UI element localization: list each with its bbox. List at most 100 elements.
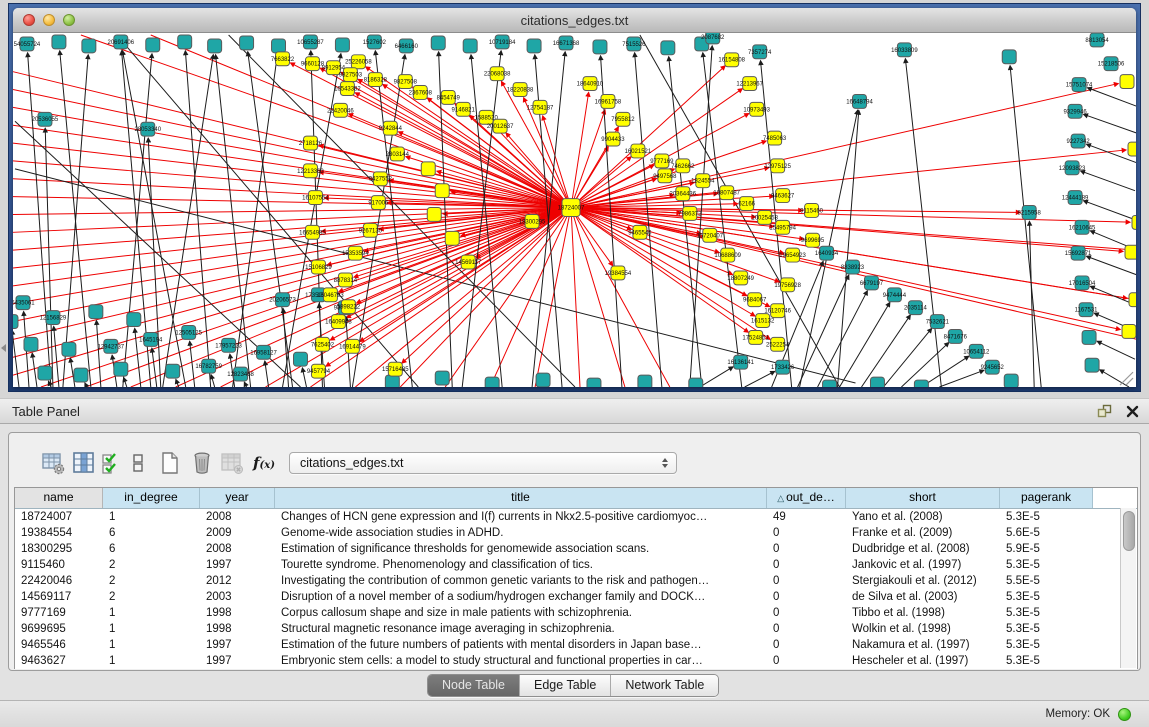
network-table-select[interactable]: citations_edges.txt: [289, 452, 677, 474]
cell-pagerank[interactable]: 5.3E-5: [1000, 509, 1093, 525]
graph-node[interactable]: [240, 36, 254, 50]
column-header-out_de[interactable]: △out_de…: [767, 488, 846, 508]
cell-year[interactable]: 2008: [200, 541, 275, 557]
float-panel-icon[interactable]: [1093, 402, 1115, 420]
cell-out_de[interactable]: 0: [767, 589, 846, 605]
graph-node[interactable]: [294, 352, 308, 366]
cell-short[interactable]: Stergiakouli et al. (2012): [846, 573, 1000, 589]
memory-ok-indicator-icon[interactable]: [1118, 708, 1131, 721]
cell-in_degree[interactable]: 1: [103, 605, 200, 621]
table-row[interactable]: 977716911998Corpus callosum shape and si…: [15, 605, 1137, 621]
table-row[interactable]: 911546021997Tourette syndrome. Phenomeno…: [15, 557, 1137, 573]
cell-short[interactable]: Hescheler et al. (1997): [846, 653, 1000, 669]
cell-year[interactable]: 1997: [200, 637, 275, 653]
cell-title[interactable]: Estimation of significance thresholds fo…: [275, 541, 767, 557]
column-header-title[interactable]: title: [275, 488, 767, 508]
modify-table-button[interactable]: [40, 449, 66, 477]
render-column-button[interactable]: [71, 449, 97, 477]
cell-year[interactable]: 2012: [200, 573, 275, 589]
graph-node[interactable]: [74, 368, 88, 382]
cell-short[interactable]: Wolkin et al. (1998): [846, 621, 1000, 637]
cell-year[interactable]: 1997: [200, 653, 275, 669]
graph-node[interactable]: [146, 38, 160, 52]
cell-title[interactable]: Disruption of a novel member of a sodium…: [275, 589, 767, 605]
graph-node[interactable]: [435, 371, 449, 385]
network-canvas[interactable]: 5405572420691406106552871527602646616010…: [13, 33, 1136, 387]
create-table-button[interactable]: [157, 449, 183, 477]
cell-short[interactable]: de Silva et al. (2003): [846, 589, 1000, 605]
close-panel-icon[interactable]: [1121, 402, 1143, 420]
graph-node[interactable]: [1085, 358, 1099, 372]
graph-node[interactable]: [587, 378, 601, 387]
column-header-pagerank[interactable]: pagerank: [1000, 488, 1093, 508]
cell-year[interactable]: 1998: [200, 605, 275, 621]
cell-name[interactable]: 18300295: [15, 541, 103, 557]
cell-in_degree[interactable]: 1: [103, 621, 200, 637]
cell-out_de[interactable]: 0: [767, 653, 846, 669]
graph-node[interactable]: [536, 373, 550, 387]
graph-node[interactable]: [870, 377, 884, 387]
vertical-scrollbar[interactable]: [1120, 508, 1136, 668]
cell-in_degree[interactable]: 1: [103, 653, 200, 669]
graph-node[interactable]: [272, 39, 286, 53]
table-row[interactable]: 946554611997Estimation of the future num…: [15, 637, 1137, 653]
cell-pagerank[interactable]: 5.3E-5: [1000, 605, 1093, 621]
cell-pagerank[interactable]: 5.5E-5: [1000, 573, 1093, 589]
graph-node[interactable]: [114, 362, 128, 376]
cell-pagerank[interactable]: 5.3E-5: [1000, 653, 1093, 669]
graph-node[interactable]: 62166: [738, 197, 755, 211]
cell-in_degree[interactable]: 6: [103, 525, 200, 541]
graph-node[interactable]: [385, 375, 399, 387]
table-row[interactable]: 1830029562008Estimation of significance …: [15, 541, 1137, 557]
cell-out_de[interactable]: 49: [767, 509, 846, 525]
graph-node[interactable]: [208, 39, 222, 53]
cell-title[interactable]: Corpus callosum shape and size in male p…: [275, 605, 767, 621]
graph-node[interactable]: [166, 364, 180, 378]
destroy-table-button[interactable]: [189, 449, 215, 477]
graph-node[interactable]: [1132, 215, 1136, 229]
function-builder-button[interactable]: f(x): [251, 449, 277, 477]
cell-year[interactable]: 2008: [200, 509, 275, 525]
graph-node[interactable]: [638, 375, 652, 387]
graph-node[interactable]: [823, 380, 837, 387]
graph-node[interactable]: [38, 366, 52, 380]
graph-node[interactable]: [1129, 293, 1136, 307]
cell-name[interactable]: 22420046: [15, 573, 103, 589]
column-header-in_degree[interactable]: in_degree: [103, 488, 200, 508]
graph-node[interactable]: [1004, 374, 1018, 387]
column-header-year[interactable]: year: [200, 488, 275, 508]
cell-in_degree[interactable]: 2: [103, 573, 200, 589]
graph-node[interactable]: [62, 342, 76, 356]
cell-pagerank[interactable]: 5.3E-5: [1000, 637, 1093, 653]
window-titlebar[interactable]: citations_edges.txt: [13, 8, 1136, 33]
select-columns-button[interactable]: [100, 449, 126, 477]
cell-in_degree[interactable]: 1: [103, 637, 200, 653]
graph-node[interactable]: [1002, 50, 1016, 64]
cell-name[interactable]: 18724007: [15, 509, 103, 525]
cell-pagerank[interactable]: 5.9E-5: [1000, 541, 1093, 557]
cell-title[interactable]: Embryonic stem cells: a model to study s…: [275, 653, 767, 669]
tab-node-table[interactable]: Node Table: [428, 675, 520, 696]
graph-node[interactable]: [435, 184, 449, 198]
cell-out_de[interactable]: 0: [767, 573, 846, 589]
column-header-name[interactable]: name: [15, 488, 103, 508]
cell-short[interactable]: Jankovic et al. (1997): [846, 557, 1000, 573]
cell-title[interactable]: Genome-wide association studies in ADHD.: [275, 525, 767, 541]
splitter-collapse-icon[interactable]: [1, 344, 6, 352]
cell-in_degree[interactable]: 1: [103, 509, 200, 525]
cell-title[interactable]: Tourette syndrome. Phenomenology and cla…: [275, 557, 767, 573]
graph-node[interactable]: [82, 39, 96, 53]
cell-year[interactable]: 1998: [200, 621, 275, 637]
cell-year[interactable]: 1997: [200, 557, 275, 573]
cell-title[interactable]: Investigating the contribution of common…: [275, 573, 767, 589]
graph-node[interactable]: [1122, 325, 1136, 339]
cell-out_de[interactable]: 0: [767, 621, 846, 637]
table-row[interactable]: 1938455462009Genome-wide association stu…: [15, 525, 1137, 541]
graph-node[interactable]: [463, 39, 477, 53]
cell-name[interactable]: 9777169: [15, 605, 103, 621]
cell-name[interactable]: 14569117: [15, 589, 103, 605]
graph-node[interactable]: [1128, 142, 1136, 156]
minimize-window-icon[interactable]: [43, 14, 55, 26]
graph-node[interactable]: [335, 38, 349, 52]
graph-node[interactable]: [1082, 330, 1096, 344]
